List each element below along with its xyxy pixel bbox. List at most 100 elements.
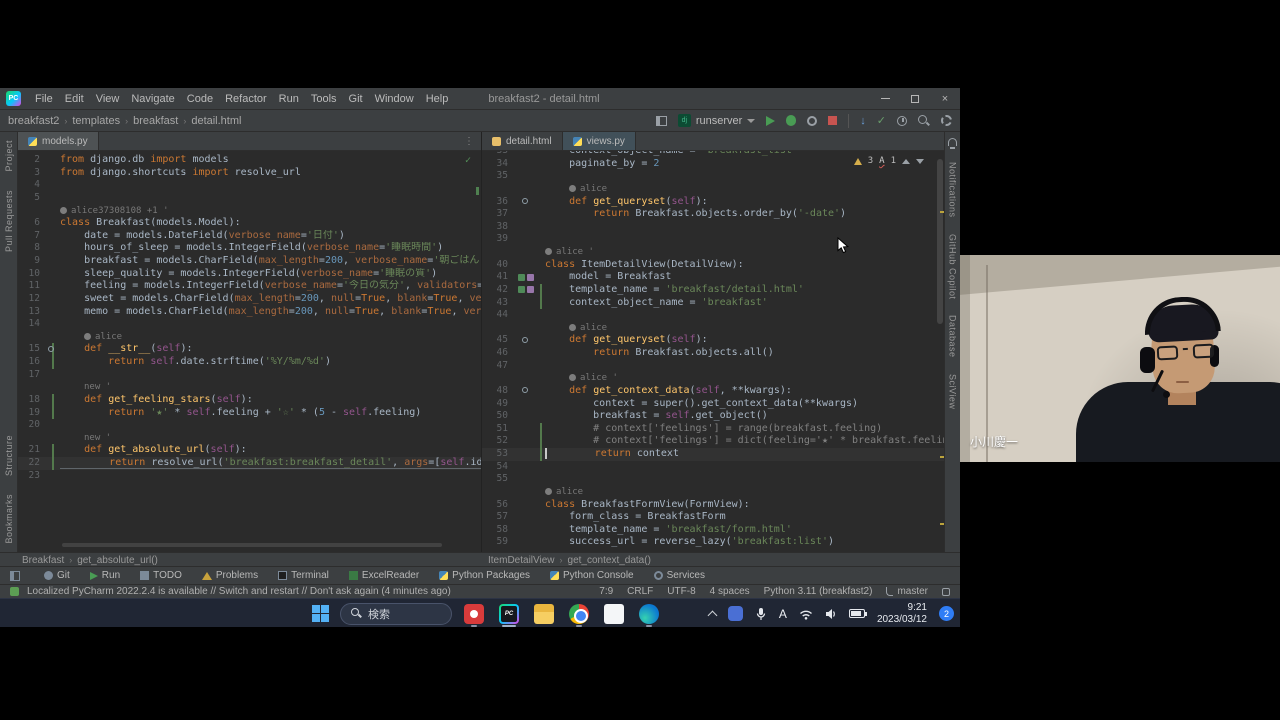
settings-gear-icon[interactable] xyxy=(941,115,952,126)
inlay-hint[interactable]: new ' xyxy=(18,432,481,445)
code-line[interactable]: 36 def get_queryset(self): xyxy=(482,196,944,209)
tool-window-switcher-icon[interactable] xyxy=(10,571,20,581)
code-line[interactable]: 35 xyxy=(482,170,944,183)
vcs-update-icon[interactable]: ↓ xyxy=(860,115,866,127)
breadcrumb-item[interactable]: Breakfast xyxy=(22,555,64,566)
menu-file[interactable]: File xyxy=(29,91,59,107)
tool-window-button-sciview[interactable]: SciView xyxy=(948,374,958,409)
django-template-icon[interactable] xyxy=(527,274,534,281)
profiler-button[interactable] xyxy=(807,116,817,126)
teams-icon[interactable] xyxy=(728,606,743,621)
code-line[interactable]: 54 xyxy=(482,461,944,474)
menu-code[interactable]: Code xyxy=(181,91,219,107)
inlay-hint[interactable]: alice xyxy=(482,183,944,196)
menu-navigate[interactable]: Navigate xyxy=(125,91,180,107)
inlay-hint[interactable]: alice xyxy=(482,486,944,499)
notifications-bell-icon[interactable] xyxy=(948,138,957,146)
inspection-ok-icon[interactable]: ✓ xyxy=(465,155,471,166)
code-line[interactable]: 51 # context['feelings'] = range(breakfa… xyxy=(482,423,944,436)
taskbar-clock[interactable]: 9:21 2023/03/12 xyxy=(877,602,927,626)
breadcrumb-item[interactable]: ItemDetailView xyxy=(488,555,555,566)
status-master[interactable]: master xyxy=(886,586,928,597)
inlay-hint[interactable]: alice ' xyxy=(482,372,944,385)
battery-icon[interactable] xyxy=(849,609,865,618)
code-line[interactable]: 10 sleep_quality = models.IntegerField(v… xyxy=(18,268,481,281)
wifi-icon[interactable] xyxy=(799,608,813,620)
ime-indicator[interactable]: A xyxy=(779,607,787,621)
code-line[interactable]: 4 xyxy=(18,179,481,192)
taskbar-app-app-red[interactable] xyxy=(462,601,486,627)
prev-issue-icon[interactable] xyxy=(902,159,910,164)
inlay-hint[interactable]: alice37308108 +1 ' xyxy=(18,205,481,218)
status-python-3-11-breakfast2-[interactable]: Python 3.11 (breakfast2) xyxy=(764,586,873,597)
breadcrumb-item[interactable]: detail.html xyxy=(191,115,241,127)
menu-git[interactable]: Git xyxy=(343,91,369,107)
tool-window-button-github-copilot[interactable]: GitHub Copilot xyxy=(948,234,958,300)
breadcrumb-item[interactable]: breakfast xyxy=(133,115,178,127)
tool-window-services[interactable]: Services xyxy=(654,570,705,581)
code-line[interactable]: 37 return Breakfast.objects.order_by('-d… xyxy=(482,208,944,221)
status-4-spaces[interactable]: 4 spaces xyxy=(710,586,750,597)
code-line[interactable]: 6class Breakfast(models.Model): xyxy=(18,217,481,230)
vcs-commit-icon[interactable]: ✓ xyxy=(877,114,886,127)
tool-window-python-console[interactable]: Python Console xyxy=(550,570,634,581)
tool-window-button-database[interactable]: Database xyxy=(948,315,958,358)
minimize-button[interactable] xyxy=(870,88,900,109)
menu-window[interactable]: Window xyxy=(369,91,420,107)
django-model-icon[interactable] xyxy=(518,286,525,293)
inspection-widget[interactable]: 3 A 1 xyxy=(850,155,928,167)
code-line[interactable]: 23 xyxy=(18,470,481,483)
code-line[interactable]: 13 memo = models.CharField(max_length=20… xyxy=(18,306,481,319)
code-line[interactable]: 55 xyxy=(482,473,944,486)
tool-window-todo[interactable]: TODO xyxy=(140,570,182,581)
search-everywhere-icon[interactable] xyxy=(918,115,930,127)
taskbar-app-notes[interactable] xyxy=(602,601,626,627)
code-line[interactable]: 52 # context['feelings'] = dict(feeling=… xyxy=(482,435,944,448)
status-utf-8[interactable]: UTF-8 xyxy=(667,586,695,597)
code-line[interactable]: 40class ItemDetailView(DetailView): xyxy=(482,259,944,272)
code-line[interactable]: 16 return self.date.strftime('%Y/%m/%d') xyxy=(18,356,481,369)
override-method-icon[interactable] xyxy=(522,198,528,204)
history-icon[interactable] xyxy=(897,116,907,126)
breadcrumb-item[interactable]: templates xyxy=(72,115,120,127)
tab-views-py[interactable]: views.py xyxy=(563,132,636,150)
layout-icon[interactable] xyxy=(656,116,667,126)
breadcrumb-item[interactable]: breakfast2 xyxy=(8,115,59,127)
inlay-hint[interactable]: new ' xyxy=(18,381,481,394)
override-method-icon[interactable] xyxy=(522,387,528,393)
code-line[interactable]: 19 return '★' * self.feeling + '☆' * (5 … xyxy=(18,407,481,420)
code-line[interactable]: 47 xyxy=(482,360,944,373)
code-line[interactable]: 39 xyxy=(482,233,944,246)
code-line[interactable]: 22 return resolve_url('breakfast:breakfa… xyxy=(18,457,481,470)
menu-run[interactable]: Run xyxy=(273,91,305,107)
code-line[interactable]: 58 template_name = 'breakfast/form.html' xyxy=(482,524,944,537)
menu-tools[interactable]: Tools xyxy=(305,91,343,107)
inlay-hint[interactable]: alice ' xyxy=(482,246,944,259)
code-line[interactable]: 11 feeling = models.IntegerField(verbose… xyxy=(18,280,481,293)
status-7-9[interactable]: 7:9 xyxy=(599,586,613,597)
tab-models-py[interactable]: models.py xyxy=(18,132,99,150)
taskbar-app-pycharm[interactable]: PC xyxy=(497,601,521,627)
code-line[interactable]: 18 def get_feeling_stars(self): xyxy=(18,394,481,407)
code-line[interactable]: 45 def get_queryset(self): xyxy=(482,334,944,347)
code-line[interactable]: 42 template_name = 'breakfast/detail.htm… xyxy=(482,284,944,297)
debug-button[interactable] xyxy=(786,115,796,126)
tool-window-git[interactable]: Git xyxy=(44,570,70,581)
code-line[interactable]: 5 xyxy=(18,192,481,205)
run-button[interactable] xyxy=(766,116,775,126)
code-line[interactable]: 12 sweet = models.CharField(max_length=2… xyxy=(18,293,481,306)
code-line[interactable]: 46 return Breakfast.objects.all() xyxy=(482,347,944,360)
tool-window-button-pull-requests[interactable]: Pull Requests xyxy=(4,190,14,252)
tool-window-button-bookmarks[interactable]: Bookmarks xyxy=(4,494,14,544)
code-line[interactable]: 41 model = Breakfast xyxy=(482,271,944,284)
run-configuration-select[interactable]: dj runserver xyxy=(678,114,755,127)
tool-window-button-project[interactable]: Project xyxy=(4,140,14,172)
taskbar-app-edge[interactable] xyxy=(637,601,661,627)
stop-button[interactable] xyxy=(828,116,837,125)
editor-views-py[interactable]: 33 context_object_name = 'breakfast_list… xyxy=(482,151,944,552)
code-line[interactable]: 49 context = super().get_context_data(**… xyxy=(482,398,944,411)
code-line[interactable]: 43 context_object_name = 'breakfast' xyxy=(482,297,944,310)
code-line[interactable]: 17 xyxy=(18,369,481,382)
tool-window-button-notifications[interactable]: Notifications xyxy=(948,162,958,218)
code-line[interactable]: 15 def __str__(self): xyxy=(18,343,481,356)
